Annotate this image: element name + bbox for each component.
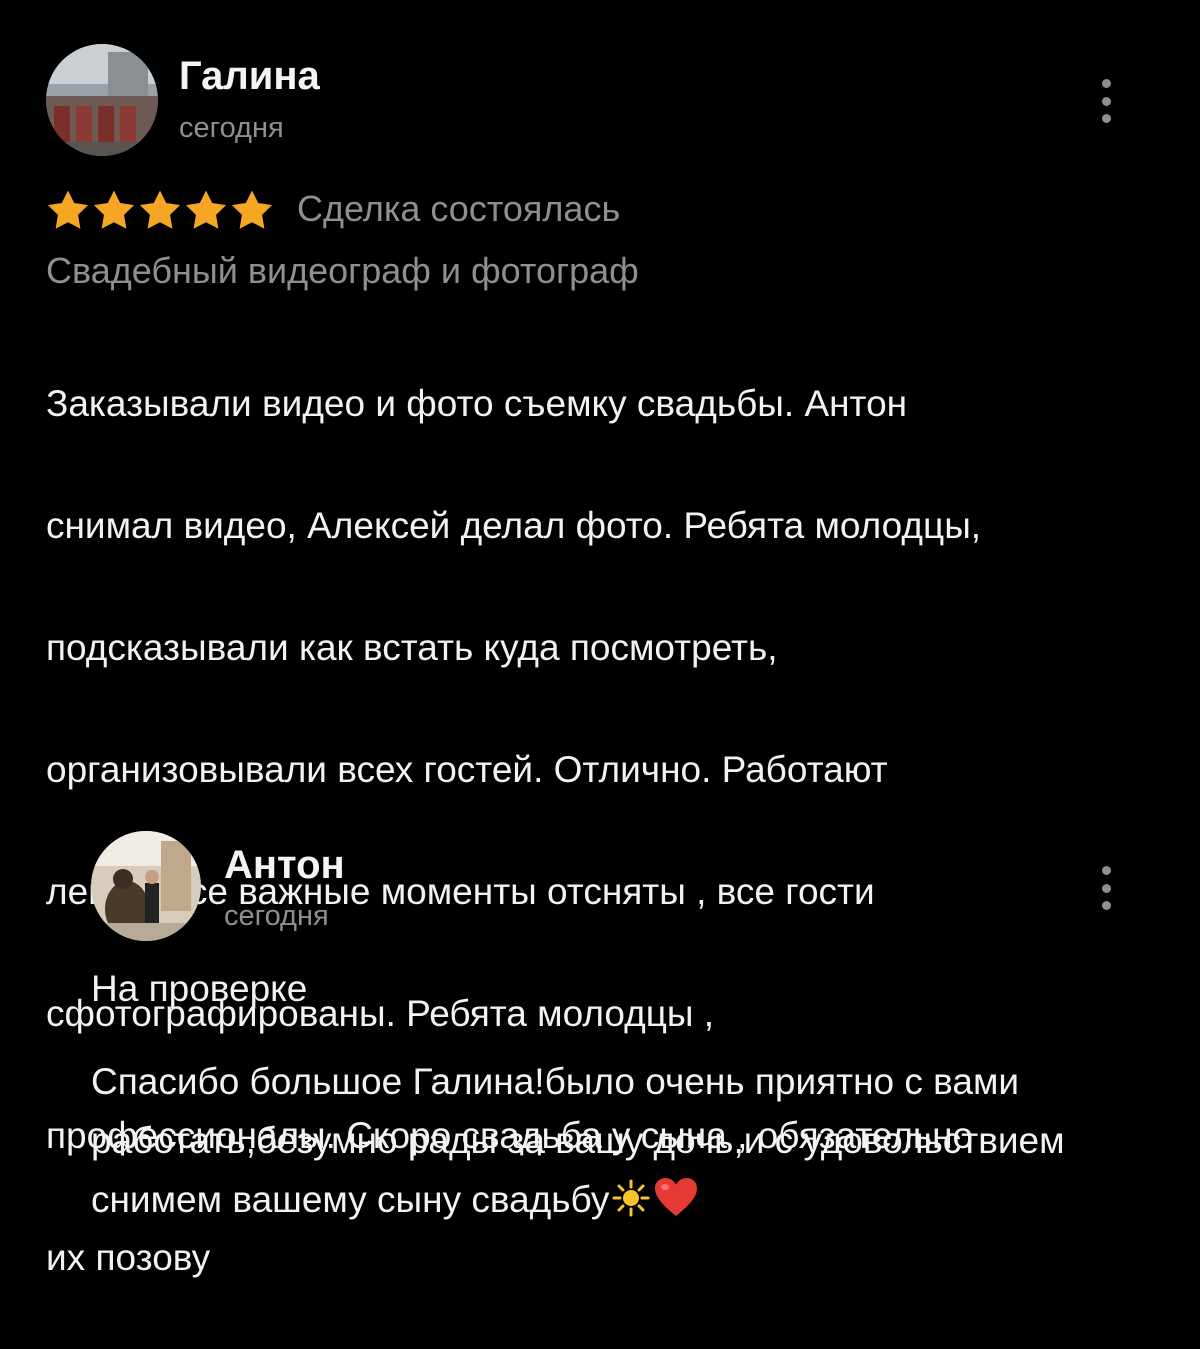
review-text-line: их позову <box>46 1237 211 1278</box>
replier-name[interactable]: Антон <box>224 843 345 888</box>
review-date: сегодня <box>179 112 284 144</box>
service-category: Свадебный видеограф и фотограф <box>46 250 639 291</box>
review-text-line: подсказывали как встать куда посмотреть, <box>46 627 778 668</box>
star-icon <box>231 190 273 229</box>
review-more-icon[interactable] <box>1094 79 1118 123</box>
reviewer-name[interactable]: Галина <box>179 54 320 99</box>
review-text-line: Заказывали видео и фото съемку свадьбы. … <box>46 383 908 424</box>
heart-emoji-icon <box>655 1178 698 1216</box>
reply-text-body: Спасибо большое Галина!было очень приятн… <box>91 1061 1065 1220</box>
review-text-line: организовывали всех гостей. Отлично. Раб… <box>46 749 888 790</box>
sun-emoji-icon <box>612 1179 650 1217</box>
star-icon <box>93 190 135 229</box>
replier-avatar[interactable] <box>91 831 201 941</box>
reply-text: Спасибо большое Галина!было очень приятн… <box>91 1052 1151 1229</box>
reply-date: сегодня <box>224 900 329 932</box>
reviewer-avatar[interactable] <box>46 44 158 156</box>
star-icon <box>185 190 227 229</box>
star-icon <box>47 190 89 229</box>
reply-more-icon[interactable] <box>1094 866 1118 910</box>
rating-stars <box>46 189 274 231</box>
deal-status: Сделка состоялась <box>297 188 621 229</box>
star-icon <box>139 190 181 229</box>
review-text-line: снимал видео, Алексей делал фото. Ребята… <box>46 505 982 546</box>
review-text-line: легко , все важные моменты отсняты , все… <box>46 871 875 912</box>
moderation-status: На проверке <box>91 968 308 1009</box>
